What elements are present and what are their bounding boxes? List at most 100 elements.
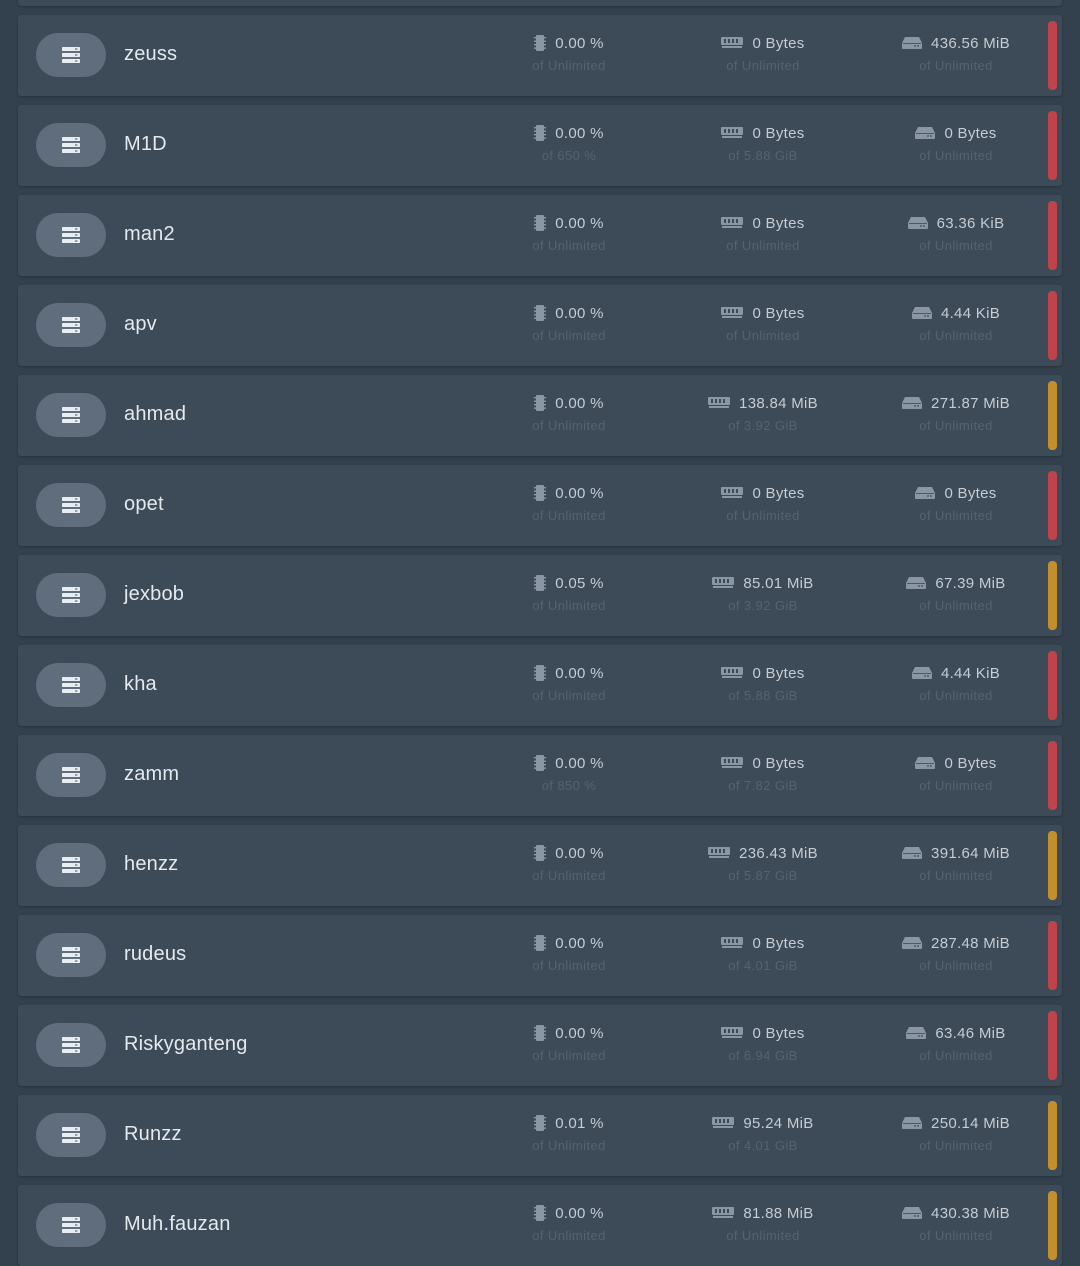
cpu-limit: of Unlimited bbox=[532, 508, 606, 523]
memory-limit: of Unlimited bbox=[726, 508, 800, 523]
memory-usage: 85.01 MiB of 3.92 GiB bbox=[678, 573, 848, 613]
server-icon-badge bbox=[36, 1113, 106, 1157]
hard-drive-icon bbox=[902, 1207, 923, 1219]
server-name: Riskyganteng bbox=[124, 1033, 248, 1055]
memory-module-icon bbox=[721, 127, 744, 138]
memory-value: 138.84 MiB bbox=[739, 394, 818, 412]
memory-usage: 0 Bytes of Unlimited bbox=[678, 303, 848, 343]
server-icon-badge bbox=[36, 303, 106, 347]
disk-value: 4.44 KiB bbox=[940, 304, 1001, 322]
memory-usage: 236.43 MiB of 5.87 GiB bbox=[678, 843, 848, 883]
server-stack-icon bbox=[62, 587, 80, 603]
cpu-chip-icon bbox=[534, 215, 547, 231]
memory-limit: of 5.88 GiB bbox=[728, 148, 798, 163]
disk-value: 271.87 MiB bbox=[931, 394, 1010, 412]
disk-limit: of Unlimited bbox=[919, 58, 993, 73]
memory-usage: 0 Bytes of 7.82 GiB bbox=[678, 753, 848, 793]
status-indicator bbox=[1048, 921, 1057, 990]
server-row[interactable]: zeuss 0.00 % of Unlimited 0 Bytes of Unl… bbox=[18, 15, 1062, 96]
cpu-value: 0.00 % bbox=[555, 1024, 604, 1042]
memory-value: 0 Bytes bbox=[752, 214, 805, 232]
disk-limit: of Unlimited bbox=[919, 238, 993, 253]
server-row[interactable]: rudeus 0.00 % of Unlimited 0 Bytes of 4.… bbox=[18, 915, 1062, 996]
cpu-limit: of Unlimited bbox=[532, 688, 606, 703]
server-row[interactable]: M1D 0.00 % of 650 % 0 Bytes of 5.88 GiB … bbox=[18, 105, 1062, 186]
status-indicator bbox=[1048, 111, 1057, 180]
server-stack-icon bbox=[62, 1037, 80, 1053]
cpu-chip-icon bbox=[534, 35, 547, 51]
server-row[interactable]: henzz 0.00 % of Unlimited 236.43 MiB of … bbox=[18, 825, 1062, 906]
cpu-limit: of 650 % bbox=[541, 148, 597, 163]
server-name: opet bbox=[124, 493, 164, 515]
cpu-chip-icon bbox=[534, 755, 547, 771]
disk-limit: of Unlimited bbox=[919, 508, 993, 523]
disk-value: 436.56 MiB bbox=[931, 34, 1010, 52]
memory-module-icon bbox=[721, 937, 744, 948]
server-stack-icon bbox=[62, 677, 80, 693]
memory-usage: 0 Bytes of Unlimited bbox=[678, 33, 848, 73]
cpu-usage: 0.00 % of Unlimited bbox=[484, 303, 654, 344]
memory-module-icon bbox=[721, 217, 744, 228]
server-name: henzz bbox=[124, 853, 179, 875]
cpu-limit: of Unlimited bbox=[532, 58, 606, 73]
status-indicator bbox=[1048, 21, 1057, 90]
server-icon-badge bbox=[36, 483, 106, 527]
server-row[interactable]: ahmad 0.00 % of Unlimited 138.84 MiB of … bbox=[18, 375, 1062, 456]
server-row[interactable] bbox=[18, 0, 1062, 6]
disk-limit: of Unlimited bbox=[919, 148, 993, 163]
memory-limit: of 3.92 GiB bbox=[728, 598, 798, 613]
memory-limit: of 4.01 GiB bbox=[728, 958, 798, 973]
disk-limit: of Unlimited bbox=[919, 958, 993, 973]
hard-drive-icon bbox=[902, 847, 923, 859]
disk-value: 250.14 MiB bbox=[931, 1114, 1010, 1132]
server-icon-badge bbox=[36, 33, 106, 77]
hard-drive-icon bbox=[902, 937, 923, 949]
memory-usage: 95.24 MiB of 4.01 GiB bbox=[678, 1113, 848, 1153]
cpu-value: 0.00 % bbox=[555, 1204, 604, 1222]
cpu-usage: 0.00 % of Unlimited bbox=[484, 933, 654, 974]
disk-usage: 63.46 MiB of Unlimited bbox=[871, 1023, 1041, 1063]
disk-value: 0 Bytes bbox=[944, 124, 997, 142]
server-row[interactable]: Runzz 0.01 % of Unlimited 95.24 MiB of 4… bbox=[18, 1095, 1062, 1176]
cpu-chip-icon bbox=[534, 305, 547, 321]
server-icon-badge bbox=[36, 663, 106, 707]
cpu-limit: of Unlimited bbox=[532, 418, 606, 433]
memory-module-icon bbox=[721, 757, 744, 768]
cpu-value: 0.00 % bbox=[555, 934, 604, 952]
memory-module-icon bbox=[712, 577, 735, 588]
memory-value: 81.88 MiB bbox=[743, 1204, 814, 1222]
cpu-usage: 0.00 % of Unlimited bbox=[484, 663, 654, 704]
memory-limit: of 5.88 GiB bbox=[728, 688, 798, 703]
cpu-value: 0.00 % bbox=[555, 124, 604, 142]
cpu-chip-icon bbox=[534, 665, 547, 681]
server-stack-icon bbox=[62, 317, 80, 333]
server-row[interactable]: Riskyganteng 0.00 % of Unlimited 0 Bytes… bbox=[18, 1005, 1062, 1086]
disk-value: 63.36 KiB bbox=[936, 214, 1005, 232]
cpu-usage: 0.01 % of Unlimited bbox=[484, 1113, 654, 1154]
server-row[interactable]: jexbob 0.05 % of Unlimited 85.01 MiB of … bbox=[18, 555, 1062, 636]
cpu-limit: of Unlimited bbox=[532, 238, 606, 253]
cpu-chip-icon bbox=[534, 485, 547, 501]
disk-usage: 0 Bytes of Unlimited bbox=[871, 753, 1041, 793]
memory-module-icon bbox=[721, 667, 744, 678]
cpu-chip-icon bbox=[534, 1025, 547, 1041]
memory-module-icon bbox=[721, 307, 744, 318]
server-row[interactable]: zamm 0.00 % of 850 % 0 Bytes of 7.82 GiB… bbox=[18, 735, 1062, 816]
hard-drive-icon bbox=[906, 577, 927, 589]
server-row[interactable]: opet 0.00 % of Unlimited 0 Bytes of Unli… bbox=[18, 465, 1062, 546]
disk-usage: 250.14 MiB of Unlimited bbox=[871, 1113, 1041, 1153]
cpu-value: 0.00 % bbox=[555, 394, 604, 412]
server-row[interactable]: kha 0.00 % of Unlimited 0 Bytes of 5.88 … bbox=[18, 645, 1062, 726]
server-row[interactable]: man2 0.00 % of Unlimited 0 Bytes of Unli… bbox=[18, 195, 1062, 276]
server-stack-icon bbox=[62, 227, 80, 243]
hard-drive-icon bbox=[915, 487, 936, 499]
server-row[interactable]: Muh.fauzan 0.00 % of Unlimited 81.88 MiB… bbox=[18, 1185, 1062, 1266]
disk-usage: 63.36 KiB of Unlimited bbox=[871, 213, 1041, 253]
memory-module-icon bbox=[708, 847, 731, 858]
status-indicator bbox=[1048, 741, 1057, 810]
server-row[interactable]: apv 0.00 % of Unlimited 0 Bytes of Unlim… bbox=[18, 285, 1062, 366]
cpu-value: 0.05 % bbox=[555, 574, 604, 592]
disk-usage: 0 Bytes of Unlimited bbox=[871, 123, 1041, 163]
cpu-value: 0.00 % bbox=[555, 754, 604, 772]
server-icon-badge bbox=[36, 843, 106, 887]
